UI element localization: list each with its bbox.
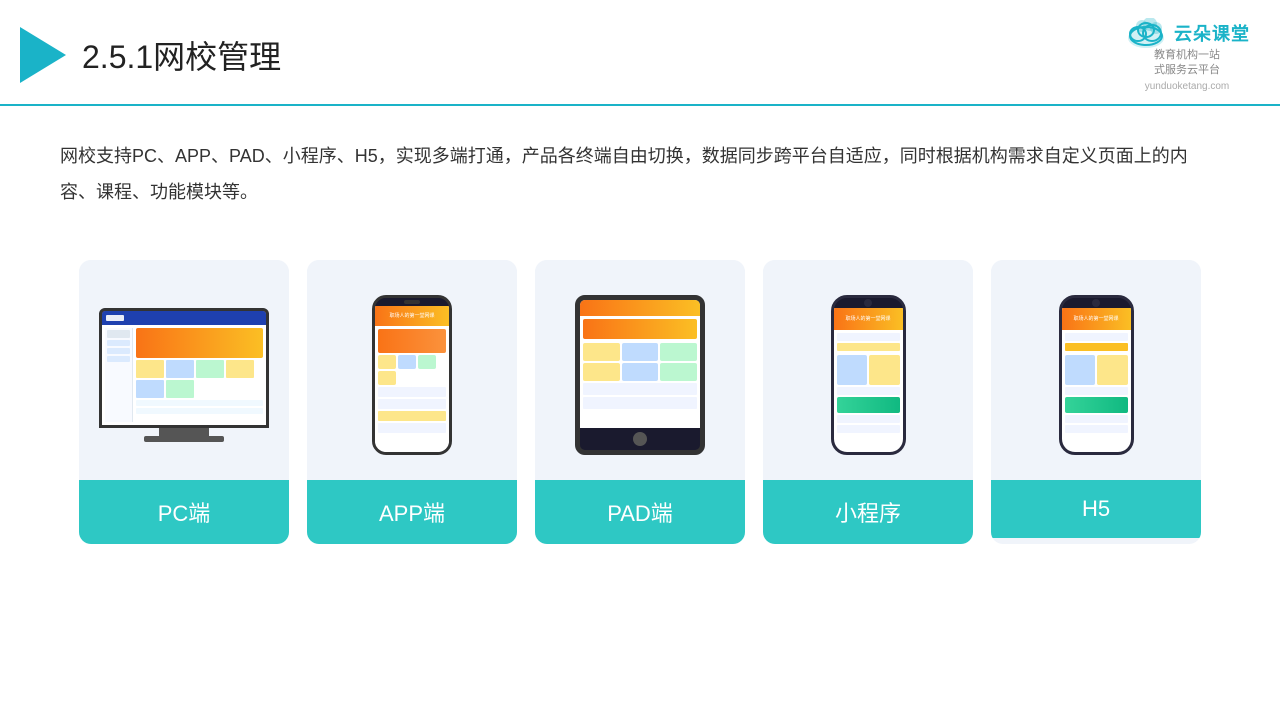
card-pad-label: PAD端 bbox=[535, 480, 745, 544]
monitor-screen-header bbox=[102, 311, 266, 325]
monitor-screen bbox=[102, 311, 266, 425]
page-title: 2.5.1网校管理 bbox=[82, 32, 281, 78]
monitor-screen-body bbox=[102, 325, 266, 425]
card-h5: 职场人的第一堂网课 bbox=[991, 260, 1201, 544]
card-pc-label: PC端 bbox=[79, 480, 289, 544]
mini-phone-banner-h5: 职场人的第一堂网课 bbox=[1062, 308, 1131, 330]
mini-phone-punch-dot bbox=[864, 299, 872, 307]
card-h5-image: 职场人的第一堂网课 bbox=[991, 260, 1201, 480]
phone-notch-dot bbox=[404, 300, 420, 304]
monitor-stand bbox=[159, 428, 209, 436]
card-h5-label: H5 bbox=[991, 480, 1201, 538]
pad-grid bbox=[583, 343, 697, 381]
pad-screen-body bbox=[580, 316, 700, 428]
logo-name: 云朵课堂 bbox=[1174, 20, 1250, 46]
logo-cloud: 云朵课堂 bbox=[1124, 18, 1250, 48]
phone-notch bbox=[375, 298, 449, 306]
monitor-banner bbox=[136, 328, 263, 358]
monitor-cards bbox=[136, 360, 263, 398]
mini-phone-punch bbox=[834, 298, 903, 308]
phone-screen: 职场人的第一堂网课 bbox=[375, 306, 449, 452]
card-pc-image bbox=[79, 260, 289, 480]
card-mini: 职场人的第一堂网课 bbox=[763, 260, 973, 544]
card-pad-image bbox=[535, 260, 745, 480]
title-number: 2.5.1 bbox=[82, 39, 153, 75]
monitor-content bbox=[136, 328, 263, 422]
device-app-phone: 职场人的第一堂网课 bbox=[372, 295, 452, 455]
device-pad bbox=[575, 295, 705, 455]
logo-url: yunduoketang.com bbox=[1145, 81, 1230, 92]
card-mini-label: 小程序 bbox=[763, 480, 973, 544]
cloud-svg-icon bbox=[1124, 18, 1168, 48]
mini-phone-punch-h5 bbox=[1062, 298, 1131, 308]
logo: 云朵课堂 教育机构一站 式服务云平台 yunduoketang.com bbox=[1124, 18, 1250, 92]
header-left: 2.5.1网校管理 bbox=[20, 27, 281, 83]
title-text: 网校管理 bbox=[153, 39, 281, 75]
pad-screen-header bbox=[580, 300, 700, 316]
device-mini-phone: 职场人的第一堂网课 bbox=[831, 295, 906, 455]
page-header: 2.5.1网校管理 云朵课堂 教育机构一站 式服务云平台 yunduoketan… bbox=[0, 0, 1280, 106]
mini-phone-punch-dot-h5 bbox=[1092, 299, 1100, 307]
pad-home-button bbox=[633, 432, 647, 446]
monitor-sidebar bbox=[105, 328, 133, 422]
mini-phone-screen: 职场人的第一堂网课 bbox=[834, 308, 903, 452]
monitor-base bbox=[144, 436, 224, 442]
card-pc: PC端 bbox=[79, 260, 289, 544]
card-app-image: 职场人的第一堂网课 bbox=[307, 260, 517, 480]
card-mini-image: 职场人的第一堂网课 bbox=[763, 260, 973, 480]
cards-container: PC端 职场人的第一堂网课 bbox=[0, 240, 1280, 564]
mini-phone-body bbox=[834, 330, 903, 452]
monitor-body bbox=[99, 308, 269, 428]
pad-screen bbox=[580, 300, 700, 428]
mini-phone-body-h5 bbox=[1062, 330, 1131, 452]
monitor-logo bbox=[106, 315, 124, 321]
phone-screen-body bbox=[375, 326, 449, 452]
card-pad: PAD端 bbox=[535, 260, 745, 544]
logo-tagline: 教育机构一站 式服务云平台 bbox=[1154, 48, 1220, 79]
card-app: 职场人的第一堂网课 bbox=[307, 260, 517, 544]
mini-phone-banner: 职场人的第一堂网课 bbox=[834, 308, 903, 330]
description-text: 网校支持PC、APP、PAD、小程序、H5，实现多端打通，产品各终端自由切换，数… bbox=[0, 106, 1280, 230]
device-h5-phone: 职场人的第一堂网课 bbox=[1059, 295, 1134, 455]
phone-screen-header: 职场人的第一堂网课 bbox=[375, 306, 449, 326]
mini-phone-screen-h5: 职场人的第一堂网课 bbox=[1062, 308, 1131, 452]
device-pc bbox=[99, 308, 269, 442]
play-icon bbox=[20, 27, 66, 83]
card-app-label: APP端 bbox=[307, 480, 517, 544]
